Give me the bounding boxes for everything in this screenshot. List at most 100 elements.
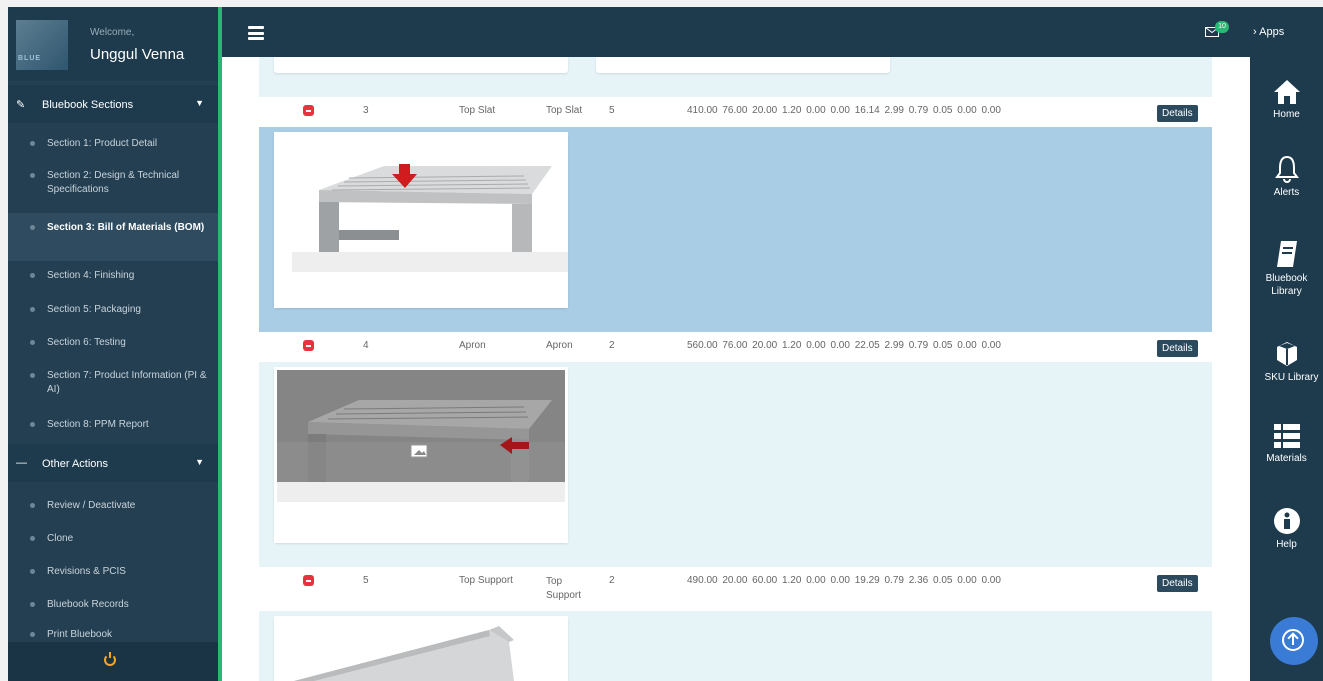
home-icon <box>1273 80 1300 104</box>
mail-count-badge: 10 <box>1215 21 1229 33</box>
mail-notification[interactable]: 10 <box>1205 21 1231 43</box>
image-panel <box>259 611 1212 681</box>
sidebar-item-label: Section 1: Product Detail <box>47 138 158 149</box>
sidebar-item-section-6[interactable]: Section 6: Testing <box>8 336 218 350</box>
bluebook-sections-label: Bluebook Sections <box>42 99 134 111</box>
image-panel <box>259 362 1212 567</box>
image-card[interactable] <box>274 616 568 681</box>
apps-link[interactable]: › Apps <box>1253 26 1284 38</box>
apron-image <box>274 367 568 543</box>
sidebar-item-label: Section 8: PPM Report <box>47 419 149 430</box>
quantity: 5 <box>609 105 615 116</box>
sidebar-item-label: Clone <box>47 533 74 544</box>
sidebar-item-print[interactable]: Print Bluebook <box>8 628 218 642</box>
dimension-values: 410.00 76.00 20.00 1.20 0.00 0.00 16.14 … <box>687 105 1001 116</box>
dimension-values: 490.00 20.00 60.00 1.20 0.00 0.00 19.29 … <box>687 575 1001 586</box>
bullet-icon <box>30 536 35 541</box>
remove-row-button[interactable] <box>303 340 314 351</box>
rail-item-materials[interactable]: Materials <box>1250 423 1323 464</box>
sidebar-item-records[interactable]: Bluebook Records <box>8 598 218 612</box>
sidebar-item-label: Revisions & PCIS <box>47 566 126 577</box>
book-icon <box>1276 241 1297 267</box>
scroll-to-top-button[interactable] <box>1270 617 1318 665</box>
main-content: 3 Top Slat Top Slat 5 410.00 76.00 20.00… <box>222 57 1250 681</box>
table-row: 4 Apron Apron 2 560.00 76.00 20.00 1.20 … <box>259 332 1212 362</box>
sidebar-item-section-8[interactable]: Section 8: PPM Report <box>8 418 218 432</box>
minus-icon: — <box>16 457 27 469</box>
rail-item-home[interactable]: Home <box>1250 79 1323 120</box>
row-number: 4 <box>363 340 369 351</box>
app-window: 10 › Apps BLUE Welcome, Unggul Venna ✎ B… <box>8 7 1323 681</box>
quantity: 2 <box>609 575 615 586</box>
details-button[interactable]: Details <box>1157 340 1198 357</box>
bullet-icon <box>30 141 35 146</box>
part-name: Top Slat <box>459 105 496 116</box>
bullet-icon <box>30 422 35 427</box>
sidebar-item-label: Section 3: Bill of Materials (BOM) <box>47 222 205 233</box>
material-name: Top Slat <box>546 105 583 116</box>
edit-icon: ✎ <box>16 99 26 111</box>
table-row: 3 Top Slat Top Slat 5 410.00 76.00 20.00… <box>259 97 1212 127</box>
rail-label: Bluebook Library <box>1265 273 1308 297</box>
remove-row-button[interactable] <box>303 575 314 586</box>
sidebar-item-label: Print Bluebook <box>47 629 113 640</box>
rail-item-bluebook-library[interactable]: Bluebook Library <box>1250 240 1323 298</box>
menu-toggle-icon[interactable] <box>248 26 264 40</box>
sidebar-item-revisions[interactable]: Revisions & PCIS <box>8 565 218 579</box>
sidebar-item-section-7[interactable]: Section 7: Product Information (PI & AI) <box>8 369 218 397</box>
sidebar-item-section-2[interactable]: Section 2: Design & Technical Specificat… <box>8 169 218 197</box>
image-card[interactable] <box>274 367 568 543</box>
sidebar-item-label: Section 6: Testing <box>47 337 126 348</box>
rail-item-help[interactable]: Help <box>1250 507 1323 550</box>
image-card[interactable] <box>274 132 568 308</box>
welcome-text: Welcome, <box>90 27 135 38</box>
image-card <box>596 57 890 73</box>
bullet-icon <box>30 373 35 378</box>
bluebook-sections-toggle[interactable]: ✎ Bluebook Sections ▼ <box>8 85 218 123</box>
bullet-icon <box>30 503 35 508</box>
rail-label: Materials <box>1266 453 1307 464</box>
chevron-down-icon: ▼ <box>195 457 204 467</box>
sidebar-item-review[interactable]: Review / Deactivate <box>8 499 218 513</box>
info-icon <box>1273 508 1300 534</box>
cube-icon <box>1276 342 1297 366</box>
sidebar-item-clone[interactable]: Clone <box>8 532 218 546</box>
bell-icon <box>1274 155 1299 183</box>
material-name: Apron <box>546 340 573 351</box>
sidebar-item-section-5[interactable]: Section 5: Packaging <box>8 303 218 317</box>
bullet-icon <box>30 273 35 278</box>
arrow-up-icon <box>1282 629 1304 651</box>
details-button[interactable]: Details <box>1157 105 1198 122</box>
bullet-icon <box>30 569 35 574</box>
rail-item-sku-library[interactable]: SKU Library <box>1250 340 1323 383</box>
row-number: 5 <box>363 575 369 586</box>
user-name: Unggul Venna <box>90 46 185 63</box>
image-panel <box>259 127 1212 332</box>
remove-row-button[interactable] <box>303 105 314 116</box>
chevron-right-icon: › <box>1253 26 1257 38</box>
sidebar-item-section-1[interactable]: Section 1: Product Detail <box>8 137 218 151</box>
rail-item-alerts[interactable]: Alerts <box>1250 155 1323 198</box>
sidebar-item-label: Bluebook Records <box>47 599 129 610</box>
top-slat-image <box>274 132 568 308</box>
bullet-icon <box>30 225 35 230</box>
sidebar-item-section-4[interactable]: Section 4: Finishing <box>8 269 218 283</box>
sidebar-footer <box>8 642 218 681</box>
list-icon <box>1273 424 1300 448</box>
table-row: 5 Top Support Top Support 2 490.00 20.00… <box>259 567 1212 611</box>
other-actions-toggle[interactable]: — Other Actions ▼ <box>8 444 218 482</box>
sidebar-item-section-3[interactable]: Section 3: Bill of Materials (BOM) <box>8 213 218 261</box>
bullet-icon <box>30 602 35 607</box>
details-button[interactable]: Details <box>1157 575 1198 592</box>
dimension-values: 560.00 76.00 20.00 1.20 0.00 0.00 22.05 … <box>687 340 1001 351</box>
rail-label: Alerts <box>1273 187 1300 198</box>
other-actions-label: Other Actions <box>42 458 109 470</box>
image-panel <box>259 57 1212 97</box>
power-icon[interactable] <box>104 652 116 666</box>
bullet-icon <box>30 632 35 637</box>
logo-text: BLUE <box>18 55 42 62</box>
row-number: 3 <box>363 105 369 116</box>
bom-table: 3 Top Slat Top Slat 5 410.00 76.00 20.00… <box>259 57 1212 681</box>
part-name: Apron <box>459 340 486 351</box>
user-brand: BLUE Welcome, Unggul Venna <box>8 7 218 81</box>
